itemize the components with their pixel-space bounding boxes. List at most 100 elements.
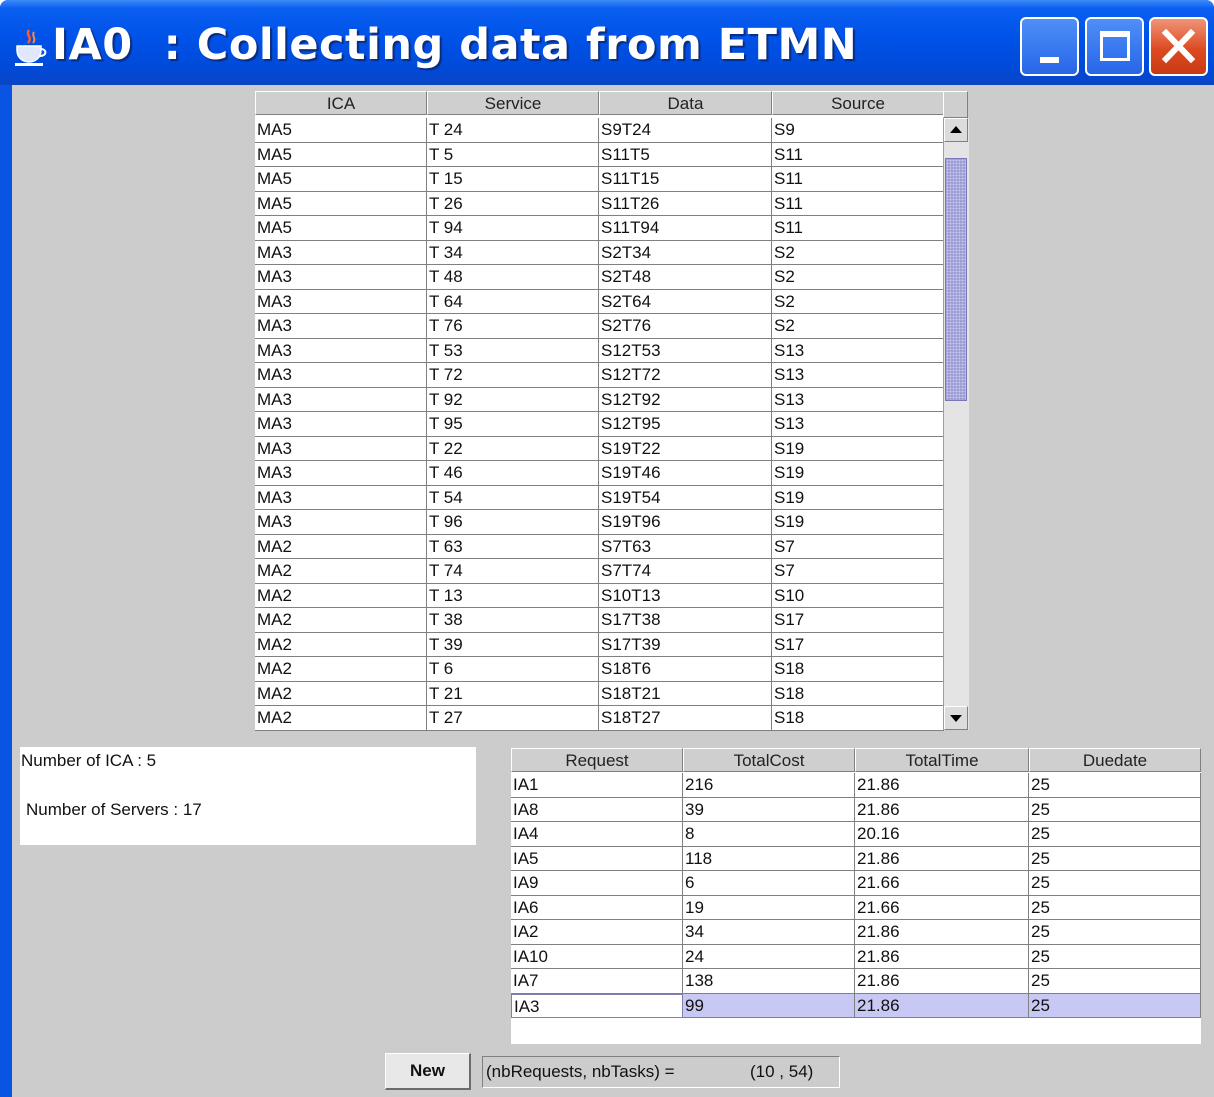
table-cell[interactable]: S11T26 [599, 191, 772, 216]
table-cell[interactable]: 99 [683, 993, 855, 1018]
column-header-service[interactable]: Service [427, 91, 599, 115]
table-cell[interactable]: MA3 [255, 510, 427, 535]
close-button[interactable] [1149, 17, 1208, 76]
table-cell[interactable]: T 95 [427, 412, 599, 437]
table-cell[interactable]: 8 [683, 822, 855, 847]
table-cell[interactable]: S19T46 [599, 461, 772, 486]
table-row[interactable]: MA2 T 74 S7T74 S7 [255, 559, 944, 584]
table-cell[interactable]: 25 [1029, 822, 1201, 847]
table-cell[interactable]: S7T74 [599, 559, 772, 584]
table-row[interactable]: IA9 6 21.66 25 [511, 871, 1201, 896]
table-cell[interactable]: S13 [772, 363, 944, 388]
table-row[interactable]: MA5 T 24 S9T24 S9 [255, 118, 944, 143]
table-cell[interactable]: MA5 [255, 167, 427, 192]
table-row[interactable]: MA2 T 21 S18T21 S18 [255, 681, 944, 706]
table-cell[interactable]: IA4 [511, 822, 683, 847]
table-cell[interactable]: T 74 [427, 559, 599, 584]
table-cell[interactable]: T 24 [427, 118, 599, 143]
table-cell[interactable]: S11 [772, 191, 944, 216]
table-cell[interactable]: S17T39 [599, 632, 772, 657]
table-row[interactable]: MA3 T 34 S2T34 S2 [255, 240, 944, 265]
table-cell[interactable]: S19 [772, 461, 944, 486]
scroll-thumb[interactable] [945, 158, 967, 401]
table-cell[interactable]: S18 [772, 657, 944, 682]
table-cell[interactable]: MA3 [255, 485, 427, 510]
table-cell[interactable]: IA3 [511, 993, 683, 1018]
table-cell[interactable]: 25 [1029, 797, 1201, 822]
table-cell[interactable]: S19T96 [599, 510, 772, 535]
table-cell[interactable]: 25 [1029, 920, 1201, 945]
table-cell[interactable]: T 5 [427, 142, 599, 167]
minimize-button[interactable] [1020, 17, 1079, 76]
table-row[interactable]: MA2 T 13 S10T13 S10 [255, 583, 944, 608]
table-cell[interactable]: S2 [772, 314, 944, 339]
table-cell[interactable]: 39 [683, 797, 855, 822]
table-cell[interactable]: S13 [772, 338, 944, 363]
table-cell[interactable]: IA6 [511, 895, 683, 920]
table-cell[interactable]: S13 [772, 412, 944, 437]
table-cell[interactable]: T 94 [427, 216, 599, 241]
table-cell[interactable]: 21.86 [855, 846, 1029, 871]
table-cell[interactable]: MA5 [255, 142, 427, 167]
table-cell[interactable]: T 63 [427, 534, 599, 559]
table-row[interactable]: IA10 24 21.86 25 [511, 944, 1201, 969]
table-cell[interactable]: MA3 [255, 461, 427, 486]
table-cell[interactable]: IA10 [511, 944, 683, 969]
table-cell[interactable]: T 6 [427, 657, 599, 682]
table-row[interactable]: MA3 T 92 S12T92 S13 [255, 387, 944, 412]
column-header-totalcost[interactable]: TotalCost [683, 748, 855, 772]
table-row[interactable]: MA3 T 95 S12T95 S13 [255, 412, 944, 437]
table-cell[interactable]: S2T64 [599, 289, 772, 314]
table-cell[interactable]: MA3 [255, 387, 427, 412]
table-row[interactable]: MA3 T 53 S12T53 S13 [255, 338, 944, 363]
table-cell[interactable]: S13 [772, 387, 944, 412]
table-cell[interactable]: MA3 [255, 436, 427, 461]
table-cell[interactable]: T 72 [427, 363, 599, 388]
table-cell[interactable]: MA3 [255, 240, 427, 265]
table-row[interactable]: MA3 T 64 S2T64 S2 [255, 289, 944, 314]
table-row[interactable]: IA5 118 21.86 25 [511, 846, 1201, 871]
table-cell[interactable]: T 34 [427, 240, 599, 265]
table-cell[interactable]: MA3 [255, 363, 427, 388]
table-cell[interactable]: S17 [772, 608, 944, 633]
table-cell[interactable]: T 26 [427, 191, 599, 216]
table-row[interactable]: MA5 T 26 S11T26 S11 [255, 191, 944, 216]
table-row[interactable]: IA1 216 21.86 25 [511, 773, 1201, 798]
table-cell[interactable]: S19T22 [599, 436, 772, 461]
table-cell[interactable]: 25 [1029, 846, 1201, 871]
table-row[interactable]: MA3 T 48 S2T48 S2 [255, 265, 944, 290]
table-cell[interactable]: S19T54 [599, 485, 772, 510]
table-cell[interactable]: 21.86 [855, 993, 1029, 1018]
vertical-scrollbar[interactable] [943, 118, 969, 730]
table-cell[interactable]: IA2 [511, 920, 683, 945]
table-cell[interactable]: MA2 [255, 534, 427, 559]
table-cell[interactable]: MA2 [255, 559, 427, 584]
table-row[interactable]: MA2 T 39 S17T39 S17 [255, 632, 944, 657]
table-cell[interactable]: 25 [1029, 871, 1201, 896]
table-cell[interactable]: T 22 [427, 436, 599, 461]
table-cell[interactable]: T 92 [427, 387, 599, 412]
table-row[interactable]: IA3 99 21.86 25 [511, 993, 1201, 1018]
table-cell[interactable]: 6 [683, 871, 855, 896]
table-cell[interactable]: MA5 [255, 118, 427, 143]
table-cell[interactable]: T 48 [427, 265, 599, 290]
table-cell[interactable]: S18T6 [599, 657, 772, 682]
table-cell[interactable]: S10 [772, 583, 944, 608]
column-header-duedate[interactable]: Duedate [1029, 748, 1201, 772]
table-cell[interactable]: S12T53 [599, 338, 772, 363]
table-cell[interactable]: 25 [1029, 773, 1201, 798]
table-cell[interactable]: S19 [772, 485, 944, 510]
table-cell[interactable]: S18 [772, 706, 944, 731]
table-row[interactable]: MA5 T 15 S11T15 S11 [255, 167, 944, 192]
table-cell[interactable]: 138 [683, 969, 855, 994]
table-cell[interactable]: S2 [772, 265, 944, 290]
table-cell[interactable]: T 38 [427, 608, 599, 633]
table-cell[interactable]: T 15 [427, 167, 599, 192]
table-cell[interactable]: T 46 [427, 461, 599, 486]
table-cell[interactable]: T 27 [427, 706, 599, 731]
table-row[interactable]: IA4 8 20.16 25 [511, 822, 1201, 847]
table-cell[interactable]: 21.86 [855, 773, 1029, 798]
column-header-totaltime[interactable]: TotalTime [855, 748, 1029, 772]
table-cell[interactable]: S7T63 [599, 534, 772, 559]
title-bar[interactable]: IA0 : Collecting data from ETMN [0, 0, 1214, 85]
